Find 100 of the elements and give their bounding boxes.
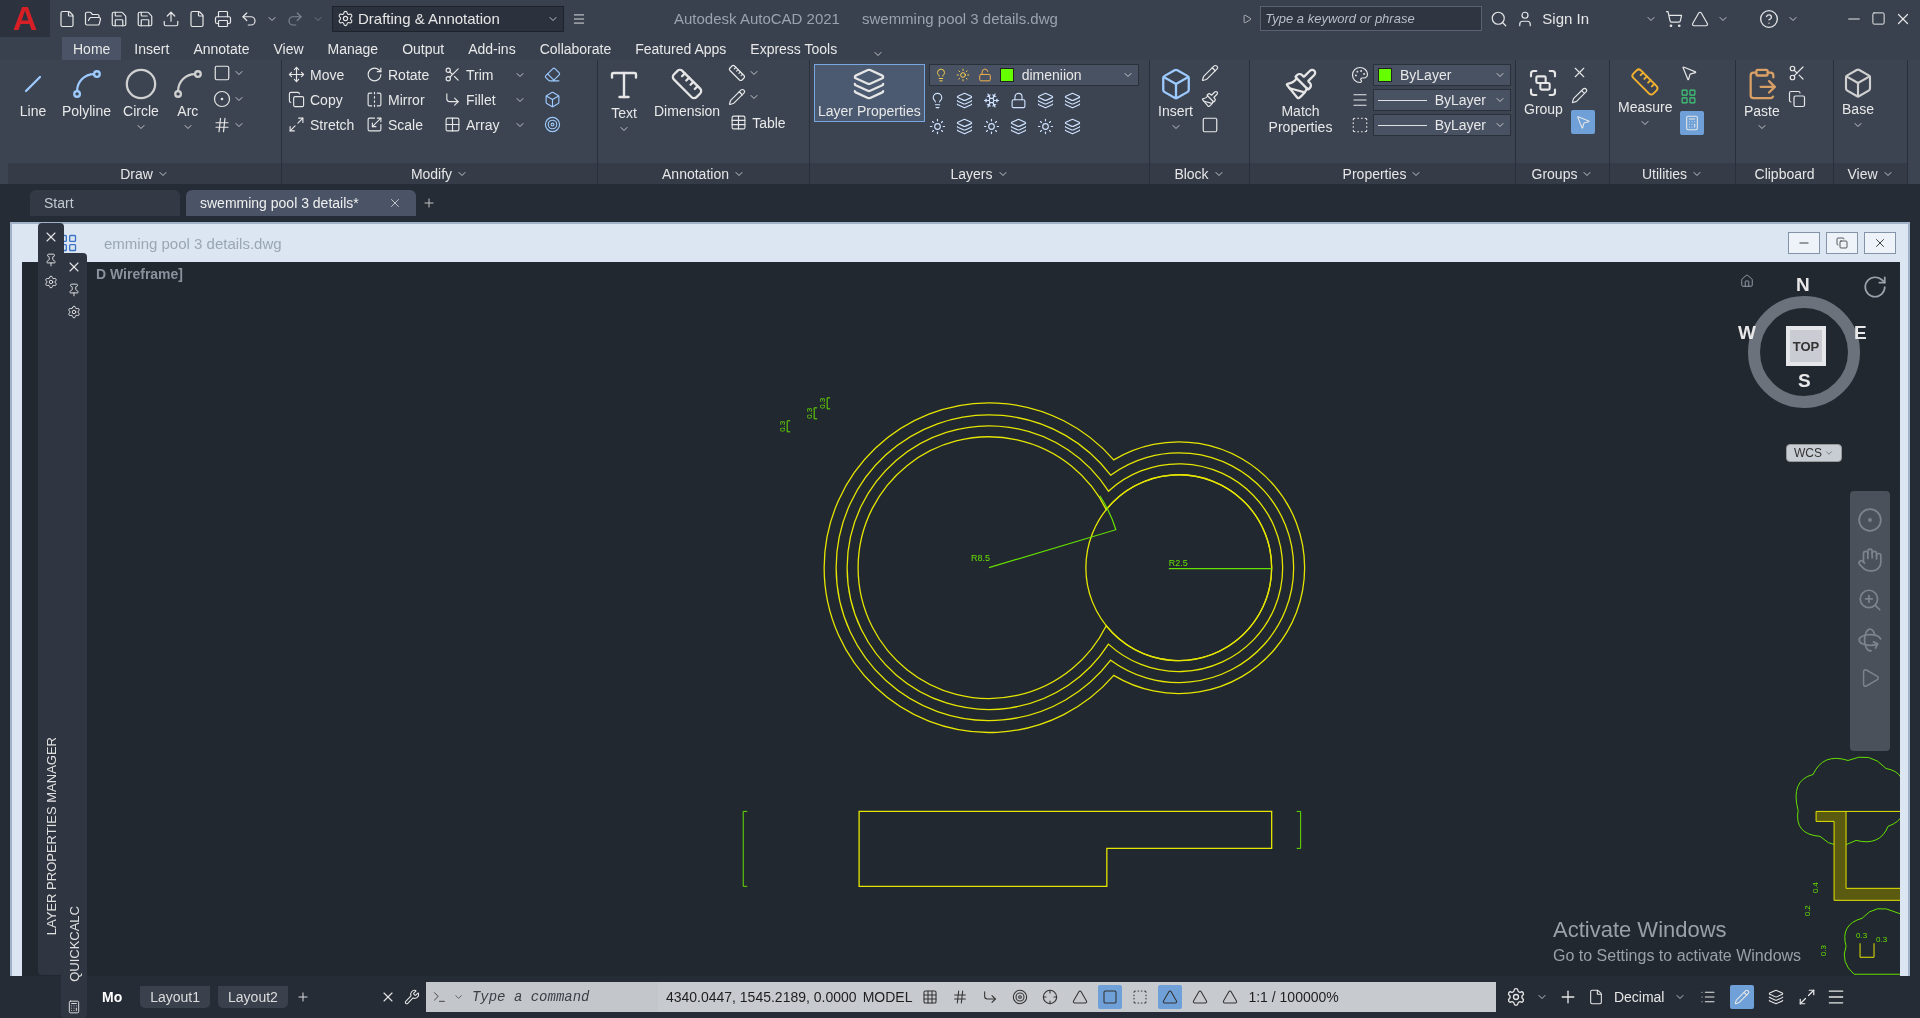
command-input[interactable]: Type a command (469, 988, 652, 1006)
customize-icon[interactable] (403, 989, 420, 1005)
gear-icon[interactable] (1505, 987, 1526, 1007)
copy-button[interactable]: Copy (286, 89, 362, 110)
viewport-label[interactable]: D Wireframe] (96, 266, 183, 282)
cart-icon[interactable] (1665, 9, 1683, 28)
offset-icon[interactable] (544, 116, 561, 133)
customize-menu-icon[interactable] (572, 11, 586, 26)
settings-icon[interactable] (44, 275, 58, 289)
rotate-arrows-icon[interactable] (1862, 274, 1888, 300)
annotation-visibility-toggle[interactable] (1158, 985, 1183, 1009)
print-icon[interactable] (214, 9, 232, 28)
group-selection-toggle[interactable] (1570, 110, 1595, 134)
annotation-scale[interactable]: 1:1 / 100000% (1248, 989, 1339, 1005)
table-button[interactable]: Table (728, 112, 788, 133)
polyline-button[interactable]: Polyline (58, 64, 116, 122)
fillet-button[interactable]: Fillet (442, 89, 512, 110)
ribbon-tab[interactable]: Home (62, 37, 122, 60)
group-button[interactable]: Group (1520, 64, 1567, 120)
status-toggle[interactable] (1730, 985, 1755, 1009)
rectangle-icon[interactable] (212, 64, 231, 82)
compass-south[interactable]: S (1798, 370, 1811, 392)
linetype-dropdown[interactable]: ByLayer (1373, 114, 1511, 136)
arc-button[interactable]: Arc (166, 64, 209, 136)
ribbon-tab[interactable]: Insert (123, 37, 181, 60)
save-icon[interactable] (110, 9, 128, 28)
measure-button[interactable]: Measure (1614, 64, 1677, 132)
sign-in-link[interactable]: Sign In (1542, 10, 1589, 27)
open-folder-icon[interactable] (84, 9, 102, 28)
settings-icon[interactable] (67, 305, 81, 319)
quickcalc-toggle[interactable] (1680, 111, 1705, 135)
units-dropdown[interactable]: Decimal (1613, 989, 1665, 1005)
ribbon-tab[interactable]: Express Tools (739, 37, 849, 60)
rotate-button[interactable]: Rotate (364, 64, 440, 85)
ribbon-tab[interactable]: Manage (316, 37, 390, 60)
circle-button[interactable]: Circle (119, 64, 163, 136)
copy-clip-icon[interactable] (1787, 90, 1806, 108)
move-button[interactable]: Move (286, 64, 362, 85)
ribbon-tab[interactable]: Add-ins (457, 37, 527, 60)
cut-icon[interactable] (1787, 64, 1806, 82)
group-edit-icon[interactable] (1570, 87, 1588, 104)
ribbon-tab[interactable]: View (262, 37, 315, 60)
line-button[interactable]: Line (12, 64, 54, 122)
insert-button[interactable]: Insert (1154, 64, 1197, 136)
file-icon[interactable] (188, 9, 206, 28)
eraser-icon[interactable] (544, 66, 561, 83)
ucs-menu-button[interactable]: WCS (1786, 444, 1842, 462)
layer-properties-button[interactable]: Layer Properties (814, 64, 925, 122)
linetype-icon[interactable] (1351, 116, 1369, 134)
workspace-dropdown[interactable]: Drafting & Annotation (332, 5, 564, 32)
layout-tab[interactable]: Layout2 (218, 986, 288, 1008)
paste-button[interactable]: Paste (1740, 64, 1784, 136)
ribbon-tab[interactable]: Output (391, 37, 456, 60)
select-all-icon[interactable] (1680, 88, 1698, 105)
panel-title[interactable]: Modify (410, 165, 453, 182)
ribbon-tab[interactable]: Collaborate (528, 37, 623, 60)
calculator-icon[interactable] (67, 1000, 81, 1014)
compass-west[interactable]: W (1738, 322, 1756, 344)
coordinates[interactable]: 4340.0447, 1545.2189, 0.0000 (665, 989, 857, 1005)
pin-icon[interactable] (67, 283, 81, 297)
trim-button[interactable]: Trim (442, 64, 512, 85)
dimension-button[interactable]: Dimension (650, 64, 725, 122)
color-dropdown[interactable]: ByLayer (1373, 64, 1511, 86)
panel-title[interactable]: Draw (120, 165, 153, 182)
block-edit-icon[interactable] (1201, 64, 1219, 82)
upload-icon[interactable] (162, 9, 180, 28)
cube-icon[interactable] (544, 91, 561, 108)
base-button[interactable]: Base (1838, 64, 1878, 134)
layout-tab[interactable]: Layout1 (140, 986, 211, 1008)
array-button[interactable]: Array (442, 114, 512, 135)
ribbon-tab[interactable]: Annotate (182, 37, 261, 60)
compass-east[interactable]: E (1854, 322, 1867, 344)
fullscreen-icon[interactable] (1798, 988, 1817, 1006)
panel-title[interactable]: Properties (1342, 165, 1407, 182)
model-space-button[interactable]: MODEL (862, 989, 913, 1005)
viewcube-face[interactable]: TOP (1786, 326, 1826, 366)
close-button[interactable] (1864, 232, 1896, 254)
triangle-icon[interactable] (1691, 9, 1709, 28)
color-wheel-icon[interactable] (1351, 66, 1369, 84)
save-as-icon[interactable] (136, 9, 154, 28)
text-button[interactable]: Text (602, 64, 646, 138)
new-file-icon[interactable] (58, 9, 76, 28)
palette-title[interactable]: LAYER PROPERTIES MANAGER (43, 736, 59, 935)
home-icon[interactable] (1740, 274, 1754, 288)
close-tab-icon[interactable] (388, 196, 402, 210)
object-snap-toggle[interactable] (1098, 985, 1123, 1009)
compass-north[interactable]: N (1796, 274, 1810, 296)
search-icon[interactable] (1490, 9, 1509, 28)
redo-icon[interactable] (286, 9, 304, 28)
panel-title[interactable]: Layers (950, 165, 993, 182)
file-tab[interactable]: Start (30, 190, 180, 216)
add-layout-icon[interactable] (295, 990, 310, 1004)
lineweight-icon[interactable] (1351, 91, 1369, 109)
search-field[interactable]: Type a keyword or phrase (1260, 6, 1483, 31)
mirror-button[interactable]: Mirror (364, 89, 440, 110)
layer-dropdown[interactable]: dimeniion (928, 64, 1139, 86)
minimize-button[interactable] (1788, 232, 1820, 254)
scale-button[interactable]: Scale (364, 114, 440, 135)
lineweight-dropdown[interactable]: ByLayer (1373, 89, 1511, 111)
pin-icon[interactable] (44, 253, 58, 267)
